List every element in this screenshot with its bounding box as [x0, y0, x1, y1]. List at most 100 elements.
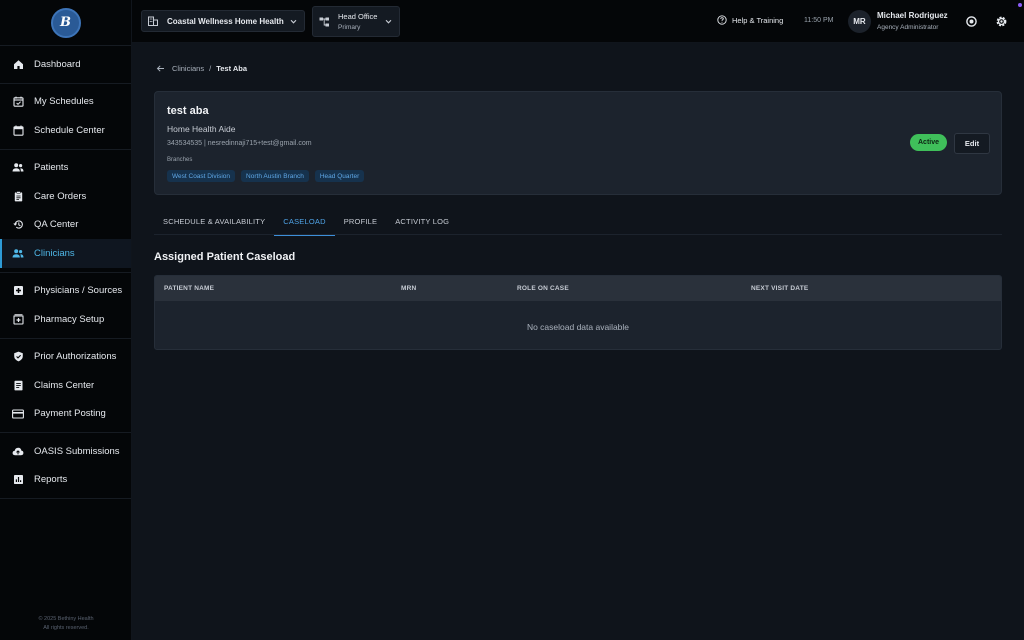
caseload-table: PATIENT NAME MRN ROLE ON CASE NEXT VISIT… [154, 275, 1002, 350]
branch-chips: West Coast Division North Austin Branch He… [167, 170, 365, 182]
sidebar-item-oasis-submissions[interactable]: OASIS Submissions [0, 437, 131, 466]
sidebar-item-physicians-sources[interactable]: Physicians / Sources [0, 277, 131, 306]
clinician-contact: 343534535 | nesredinnaji715+test@gmail.c… [167, 140, 312, 147]
theme-toggle-button[interactable] [964, 14, 979, 29]
copyright-text: © 2025 Bethiny Health [38, 616, 94, 622]
sidebar-item-clinicians[interactable]: Clinicians [0, 239, 131, 268]
cloud-upload-icon [12, 445, 24, 457]
sidebar-item-pharmacy-setup[interactable]: Pharmacy Setup [0, 305, 131, 334]
tab-profile[interactable]: PROFILE [335, 208, 387, 235]
logo-text: B [60, 15, 71, 30]
claims-icon [12, 379, 24, 391]
user-name: Michael Rodriguez [877, 11, 948, 20]
user-role: Agency Administrator [877, 24, 939, 31]
sidebar-item-label: QA Center [34, 219, 79, 231]
sidebar-item-label: Care Orders [34, 190, 87, 202]
tab-activity-log[interactable]: ACTIVITY LOG [386, 208, 458, 235]
topbar: Coastal Wellness Home Health Head Office… [132, 0, 1024, 43]
sidebar: B Dashboard My Schedules Schedule Center Pa… [0, 0, 132, 640]
settings-button[interactable] [994, 14, 1009, 29]
sidebar-item-label: OASIS Submissions [34, 445, 120, 457]
sidebar-item-label: Pharmacy Setup [34, 313, 105, 325]
current-time: 11:50 PM [804, 17, 834, 24]
column-header-mrn[interactable]: MRN [401, 285, 416, 292]
organization-select[interactable]: Coastal Wellness Home Health [141, 10, 305, 32]
empty-state-text: No caseload data available [526, 322, 630, 332]
breadcrumb-separator: / [209, 64, 212, 73]
tab-caseload[interactable]: CASELOAD [274, 208, 336, 236]
nav-group: Patients Care Orders QA Center Clinicians [0, 150, 131, 273]
sidebar-item-dashboard[interactable]: Dashboard [0, 50, 131, 79]
sidebar-item-payment-posting[interactable]: Payment Posting [0, 400, 131, 429]
nav-group: My Schedules Schedule Center [0, 84, 131, 150]
chevron-down-icon [289, 17, 298, 26]
clinician-name: test aba [167, 105, 209, 117]
branches-label: Branches [167, 157, 193, 163]
sidebar-item-label: Dashboard [34, 58, 81, 70]
branch-chip: West Coast Division [167, 170, 236, 182]
branch-hierarchy-icon [319, 17, 330, 27]
chevron-down-icon [384, 17, 393, 26]
sidebar-item-label: Claims Center [34, 379, 95, 391]
help-label: Help & Training [732, 15, 784, 25]
arrow-left-icon[interactable] [156, 64, 165, 73]
help-circle-icon [717, 15, 727, 25]
medical-plus-icon [12, 285, 24, 297]
sidebar-item-claims-center[interactable]: Claims Center [0, 371, 131, 400]
sidebar-item-patients[interactable]: Patients [0, 154, 131, 183]
nav-group: Dashboard [0, 46, 131, 84]
sidebar-item-label: Physicians / Sources [34, 285, 123, 297]
branch-select[interactable]: Head Office Primary [312, 6, 400, 37]
app-logo[interactable]: B [50, 7, 81, 38]
clinician-profile-card: test aba Home Health Aide 343534535 | ne… [154, 91, 1002, 195]
nav-group: Prior Authorizations Claims Center Payment… [0, 339, 131, 433]
branch-name: Head Office [338, 11, 378, 21]
bar-chart-icon [12, 474, 24, 486]
branch-chip: North Austin Branch [241, 170, 309, 182]
logo-area: B [0, 0, 131, 46]
rights-text: All rights reserved. [43, 625, 89, 631]
home-icon [12, 58, 24, 70]
sidebar-item-care-orders[interactable]: Care Orders [0, 182, 131, 211]
user-info[interactable]: Michael Rodriguez Agency Administrator [877, 10, 948, 34]
history-icon [12, 219, 24, 231]
sidebar-item-reports[interactable]: Reports [0, 466, 131, 495]
clipboard-icon [12, 190, 24, 202]
section-title: Assigned Patient Caseload [154, 251, 296, 263]
edit-button[interactable]: Edit [954, 133, 990, 154]
credit-card-icon [12, 408, 24, 420]
column-header-patient-name[interactable]: PATIENT NAME [164, 285, 214, 292]
breadcrumb-parent[interactable]: Clinicians [172, 64, 204, 73]
users-icon [12, 162, 24, 174]
sidebar-item-label: Schedule Center [34, 124, 105, 136]
avatar[interactable]: MR [848, 10, 871, 33]
sidebar-item-label: Payment Posting [34, 408, 106, 420]
sidebar-nav: Dashboard My Schedules Schedule Center Pati… [0, 46, 131, 499]
sidebar-item-my-schedules[interactable]: My Schedules [0, 88, 131, 117]
column-header-next-visit-date[interactable]: NEXT VISIT DATE [751, 285, 808, 292]
breadcrumb: Clinicians / Test Aba [156, 64, 247, 73]
sidebar-item-label: My Schedules [34, 96, 94, 108]
organization-name: Coastal Wellness Home Health [167, 16, 284, 26]
pharmacy-icon [12, 313, 24, 325]
gear-icon [995, 15, 1008, 28]
status-badge: Active [910, 134, 948, 151]
table-header: PATIENT NAME MRN ROLE ON CASE NEXT VISIT… [155, 276, 1001, 301]
sidebar-item-label: Clinicians [34, 247, 75, 259]
sidebar-item-schedule-center[interactable]: Schedule Center [0, 116, 131, 145]
branch-sub: Primary [338, 23, 361, 31]
column-header-role-on-case[interactable]: ROLE ON CASE [517, 285, 569, 292]
nav-group: Physicians / Sources Pharmacy Setup [0, 273, 131, 339]
sidebar-item-prior-authorizations[interactable]: Prior Authorizations [0, 343, 131, 372]
building-icon [148, 16, 158, 26]
sidebar-item-label: Prior Authorizations [34, 351, 117, 363]
sidebar-item-label: Reports [34, 474, 68, 486]
brightness-icon [965, 15, 978, 28]
sidebar-item-qa-center[interactable]: QA Center [0, 211, 131, 240]
tab-schedule-availability[interactable]: SCHEDULE & AVAILABILITY [154, 208, 274, 235]
notification-dot [1018, 3, 1022, 7]
sidebar-footer: © 2025 Bethiny Health All rights reserve… [0, 615, 132, 633]
calendar-check-icon [12, 96, 24, 108]
shield-check-icon [12, 351, 24, 363]
help-training-link[interactable]: Help & Training [717, 15, 783, 25]
